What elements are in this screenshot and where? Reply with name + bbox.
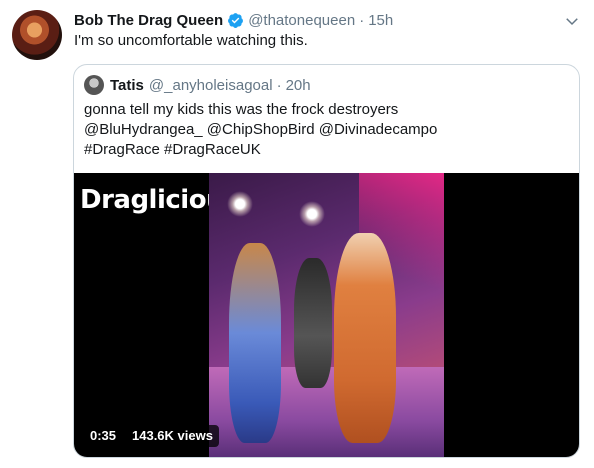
tweet-header: Bob The Drag Queen @thatonequeen · 15h [74, 10, 393, 30]
quoted-text-line: gonna tell my kids this was the frock de… [84, 101, 399, 118]
video-frame[interactable] [209, 173, 444, 457]
separator-dot: · [359, 11, 365, 29]
quoted-author-avatar [84, 75, 104, 95]
quoted-separator-dot: · [276, 76, 282, 94]
performer-figure [229, 243, 281, 443]
quoted-tweet-text: gonna tell my kids this was the frock de… [84, 100, 437, 160]
verified-badge-icon [228, 12, 244, 28]
chevron-down-icon[interactable] [563, 12, 581, 30]
performer-figure [334, 233, 396, 443]
video-player[interactable]: Draglicious 0:35 143.6K views [74, 173, 579, 457]
quoted-author-handle: @_anyholeisagoal [148, 76, 273, 94]
video-views-badge: 143.6K views [126, 425, 219, 447]
video-duration-badge: 0:35 [84, 425, 123, 447]
quoted-text-line: @BluHydrangea_ @ChipShopBird @Divinadeca… [84, 121, 438, 138]
quoted-tweet-card[interactable]: Tatis @_anyholeisagoal · 20h gonna tell … [73, 64, 580, 458]
author-name[interactable]: Bob The Drag Queen [74, 12, 223, 29]
quoted-author-name: Tatis [110, 76, 144, 94]
quoted-tweet-header: Tatis @_anyholeisagoal · 20h [84, 75, 311, 95]
author-handle[interactable]: @thatonequeen [248, 12, 355, 29]
tweet-text: I'm so uncomfortable watching this. [74, 32, 308, 49]
quoted-timestamp: 20h [285, 76, 311, 94]
author-avatar[interactable] [12, 10, 62, 60]
performer-figure [294, 258, 332, 388]
quoted-text-line: #DragRace #DragRaceUK [84, 141, 261, 158]
tweet-timestamp[interactable]: 15h [368, 12, 393, 29]
stage-light [227, 191, 253, 217]
stage-light [299, 201, 325, 227]
